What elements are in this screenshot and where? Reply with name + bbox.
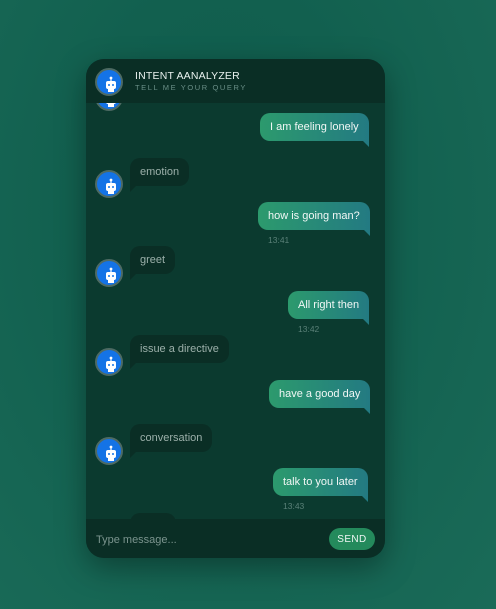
chat-title: INTENT AANALYZER (135, 70, 240, 82)
user-message: have a good day (269, 380, 371, 414)
header-avatar (95, 68, 123, 96)
bot-avatar (95, 437, 123, 465)
user-message: talk to you later (273, 468, 368, 502)
bot-avatar (95, 259, 123, 287)
chat-subtitle: TELL ME YOUR QUERY (135, 83, 248, 92)
bot-message: greet (130, 246, 176, 280)
robot-icon (106, 267, 116, 283)
message-composer: SEND (86, 519, 385, 558)
chat-window: I am feeling lonely emotion how is going… (86, 59, 385, 558)
robot-icon (106, 76, 116, 92)
send-button[interactable]: SEND (329, 528, 375, 550)
message-timestamp: 13:41 (268, 235, 290, 245)
robot-icon (106, 445, 116, 461)
message-timestamp: 13:43 (283, 501, 305, 511)
bot-message: conversation (130, 424, 213, 458)
robot-icon (106, 356, 116, 372)
bot-avatar (95, 348, 123, 376)
bot-message: issue a directive (130, 335, 229, 369)
robot-icon (106, 178, 116, 194)
message-timestamp: 13:42 (298, 324, 320, 334)
message-list[interactable]: I am feeling lonely emotion how is going… (86, 59, 385, 523)
user-message: I am feeling lonely (260, 113, 369, 147)
bot-avatar (95, 170, 123, 198)
chat-header: INTENT AANALYZER TELL ME YOUR QUERY (86, 59, 385, 103)
bot-message: emotion (130, 158, 190, 192)
user-message: All right then (288, 291, 370, 325)
message-input[interactable] (90, 526, 328, 554)
user-message: how is going man? (258, 202, 370, 236)
